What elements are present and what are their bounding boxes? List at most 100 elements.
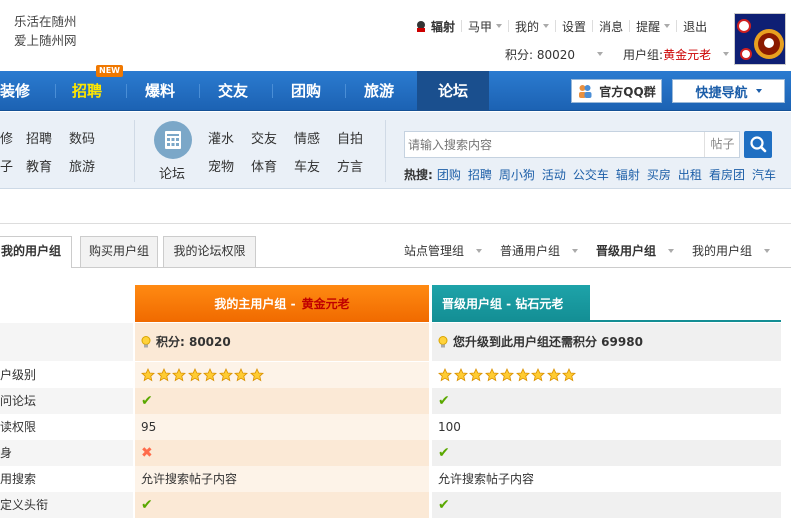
chevron-down-icon [543,24,550,28]
hot-keyword[interactable]: 活动 [542,166,566,183]
chevron-down-icon[interactable] [723,52,730,56]
user-fire-icon [417,21,425,32]
table-row: 户级别 [0,362,781,388]
forum-glyph [165,131,181,149]
hot-keyword[interactable]: 买房 [647,166,671,183]
search-type-select[interactable]: 帖子 [704,132,740,157]
nav-item-forum[interactable]: 论坛 [438,71,468,111]
star-icon [234,368,248,382]
ugnav-mine[interactable]: 我的用户组 [692,242,771,259]
new-badge: NEW [96,65,123,77]
nav-item-dating[interactable]: 交友 [218,71,248,111]
qq-group-button[interactable]: 官方QQ群 [571,79,662,103]
hot-keyword[interactable]: 招聘 [468,166,492,183]
subnav-forum-link[interactable]: 宠物 [208,156,234,175]
row-label: 读权限 [0,414,133,440]
nav-logout[interactable]: 退出 [677,18,713,35]
check-icon: ✔ [141,393,153,409]
subnav-forum-link[interactable]: 车友 [294,156,320,175]
nav-settings[interactable]: 设置 [556,18,592,35]
star-icon [546,368,561,382]
search-input[interactable] [405,132,703,157]
current-group-header: 我的主用户组 - 黄金元老 [135,285,429,322]
star-icon [469,368,483,382]
table-row: 身 ✖ ✔ [0,440,781,466]
tab-buy-usergroup[interactable]: 购买用户组 [80,236,158,267]
nav-item-groupbuy[interactable]: 团购 [291,71,321,111]
star-icon [156,368,171,382]
points-link[interactable]: 积分: 80020 [505,46,575,63]
ugnav-mine-label: 我的用户组 [692,244,753,258]
tab-forum-permissions[interactable]: 我的论坛权限 [163,236,256,267]
ugnav-promotion[interactable]: 晋级用户组 [596,242,675,259]
star-icon [531,368,545,382]
username-link[interactable]: 辐射 [408,18,461,35]
nav-divider [126,84,127,98]
tab-baseline [0,267,791,268]
usergroup-label: 用户组: [623,47,664,62]
nav-mine[interactable]: 我的 [509,18,555,35]
divider [0,223,791,224]
row-label: 问论坛 [0,388,133,414]
star-icon [484,368,499,382]
subnav-link[interactable]: 修 [0,128,13,147]
subnav-forum-link[interactable]: 体育 [251,156,277,175]
ugnav-normal[interactable]: 普通用户组 [500,242,579,259]
hot-keyword[interactable]: 看房团 [709,166,745,183]
nav-item-news[interactable]: 爆料 [145,71,175,111]
hot-keyword[interactable]: 周小狗 [499,166,535,183]
subnav-forum-link[interactable]: 方言 [337,156,363,175]
divider [134,120,135,182]
points-row: 积分: 80020 您升级到此用户组还需积分 69980 [0,323,781,361]
subnav-link[interactable]: 教育 [26,156,52,175]
star-icon [172,368,186,382]
subnav-link[interactable]: 子 [0,156,13,175]
tab-my-usergroup[interactable]: 我的用户组 [0,236,72,268]
nav-item-decor[interactable]: 装修 [0,71,30,111]
username: 辐射 [431,19,456,34]
nav-mine-label: 我的 [515,19,540,34]
avatar[interactable] [734,13,786,65]
table-row: 定义头衔 ✔ ✔ [0,492,781,518]
subnav-forum-link[interactable]: 交友 [251,128,277,147]
chevron-down-icon[interactable] [597,52,604,56]
current-points: 积分: 80020 [135,323,429,361]
hot-keyword[interactable]: 汽车 [752,166,776,183]
star-icon [515,368,530,382]
nav-alt-accounts[interactable]: 马甲 [462,18,508,35]
subnav-forum-link[interactable]: 自拍 [337,128,363,147]
current-group-value: 允许搜索帖子内容 [135,466,429,492]
search-button[interactable] [744,131,772,158]
ugnav-admin[interactable]: 站点管理组 [404,242,483,259]
nav-item-travel[interactable]: 旅游 [364,71,394,111]
avatar-image [735,14,785,64]
quick-nav-button[interactable]: 快捷导航 [672,79,785,103]
nav-messages[interactable]: 消息 [593,18,629,35]
forum-icon[interactable] [154,121,192,159]
current-group-title: 我的主用户组 - [214,297,296,311]
table-row: 读权限 95 100 [0,414,781,440]
subnav-link[interactable]: 旅游 [69,156,95,175]
hot-keyword[interactable]: 辐射 [616,166,640,183]
hot-keyword[interactable]: 公交车 [573,166,609,183]
nav-divider [345,84,346,98]
hot-keyword[interactable]: 出租 [678,166,702,183]
nav-item-jobs[interactable]: 招聘 [72,71,102,111]
hot-keyword[interactable]: 团购 [437,166,461,183]
quick-nav-label: 快捷导航 [695,85,748,101]
subnav-link[interactable]: 数码 [69,128,95,147]
cell-value: 允许搜索帖子内容 [438,472,535,486]
subnav-forum-link[interactable]: 情感 [294,128,320,147]
chevron-down-icon [668,248,675,253]
check-icon: ✔ [438,445,450,461]
forum-label[interactable]: 论坛 [159,163,185,182]
star-icon [438,368,452,382]
usergroup-value[interactable]: 黄金元老 [663,46,711,63]
next-group-underline [590,320,781,322]
current-group-value: ✖ [135,440,429,466]
star-rating [438,362,781,388]
nav-reminders[interactable]: 提醒 [630,18,676,35]
subnav-forum-link[interactable]: 灌水 [208,128,234,147]
current-group-name: 黄金元老 [301,297,350,311]
subnav-link[interactable]: 招聘 [26,128,52,147]
